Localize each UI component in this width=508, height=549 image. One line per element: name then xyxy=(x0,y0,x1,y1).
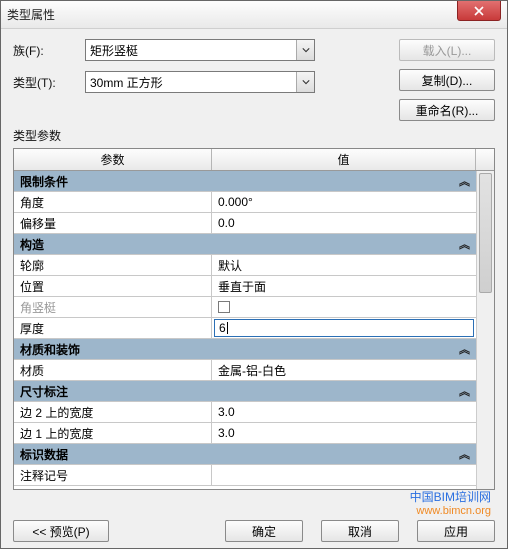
collapse-icon: ︽ xyxy=(459,173,470,189)
row-offset[interactable]: 偏移量 0.0 xyxy=(14,213,476,234)
dialog-footer: << 预览(P) 确定 取消 应用 xyxy=(1,520,507,542)
family-combo[interactable]: 矩形竖梃 xyxy=(85,39,315,61)
titlebar[interactable]: 类型属性 xyxy=(1,1,507,29)
family-combo-text: 矩形竖梃 xyxy=(90,42,138,59)
header-scroll-spacer xyxy=(476,149,494,170)
group-material[interactable]: 材质和装饰 ︽ xyxy=(14,339,476,360)
type-params-label: 类型参数 xyxy=(13,127,495,144)
rename-button[interactable]: 重命名(R)... xyxy=(399,99,495,121)
scrollbar-thumb[interactable] xyxy=(479,173,492,293)
row-angle[interactable]: 角度 0.000° xyxy=(14,192,476,213)
preview-button[interactable]: << 预览(P) xyxy=(13,520,109,542)
header-param[interactable]: 参数 xyxy=(14,149,212,170)
text-caret xyxy=(227,322,228,334)
thickness-input[interactable]: 6 xyxy=(214,319,474,337)
row-thickness[interactable]: 厚度 6 xyxy=(14,318,476,339)
watermark: 中国BIM培训网 www.bimcn.org xyxy=(410,490,491,518)
vertical-scrollbar[interactable] xyxy=(476,171,494,489)
row-material[interactable]: 材质 金属-铝-白色 xyxy=(14,360,476,381)
collapse-icon: ︽ xyxy=(459,383,470,399)
header-value[interactable]: 值 xyxy=(212,149,476,170)
group-construction[interactable]: 构造 ︽ xyxy=(14,234,476,255)
grid-header: 参数 值 xyxy=(14,149,494,171)
row-width2[interactable]: 边 2 上的宽度 3.0 xyxy=(14,402,476,423)
type-properties-dialog: 类型属性 族(F): 矩形竖梃 类型(T): 30mm 正方形 xyxy=(0,0,508,549)
type-combo[interactable]: 30mm 正方形 xyxy=(85,71,315,93)
duplicate-button[interactable]: 复制(D)... xyxy=(399,69,495,91)
group-constraints[interactable]: 限制条件 ︽ xyxy=(14,171,476,192)
grid-rows: 限制条件 ︽ 角度 0.000° 偏移量 0.0 构造 ︽ xyxy=(14,171,476,489)
corner-mullion-checkbox xyxy=(218,301,230,313)
load-button: 载入(L)... xyxy=(399,39,495,61)
row-corner-mullion: 角竖梃 xyxy=(14,297,476,318)
window-title: 类型属性 xyxy=(7,6,55,23)
group-dimensions[interactable]: 尺寸标注 ︽ xyxy=(14,381,476,402)
cancel-button[interactable]: 取消 xyxy=(321,520,399,542)
family-label: 族(F): xyxy=(13,42,85,59)
group-identity[interactable]: 标识数据 ︽ xyxy=(14,444,476,465)
type-label: 类型(T): xyxy=(13,74,85,91)
params-grid: 参数 值 限制条件 ︽ 角度 0.000° 偏移量 0.0 xyxy=(13,148,495,490)
dialog-body: 族(F): 矩形竖梃 类型(T): 30mm 正方形 载入(L)... 复制( xyxy=(1,29,507,490)
apply-button[interactable]: 应用 xyxy=(417,520,495,542)
chevron-down-icon xyxy=(296,40,314,60)
row-width1[interactable]: 边 1 上的宽度 3.0 xyxy=(14,423,476,444)
ok-button[interactable]: 确定 xyxy=(225,520,303,542)
row-profile[interactable]: 轮廓 默认 xyxy=(14,255,476,276)
row-keynote[interactable]: 注释记号 xyxy=(14,465,476,486)
collapse-icon: ︽ xyxy=(459,236,470,252)
close-button[interactable] xyxy=(457,1,501,21)
collapse-icon: ︽ xyxy=(459,446,470,462)
type-combo-text: 30mm 正方形 xyxy=(90,74,163,91)
row-position[interactable]: 位置 垂直于面 xyxy=(14,276,476,297)
collapse-icon: ︽ xyxy=(459,341,470,357)
close-icon xyxy=(474,6,484,16)
chevron-down-icon xyxy=(296,72,314,92)
